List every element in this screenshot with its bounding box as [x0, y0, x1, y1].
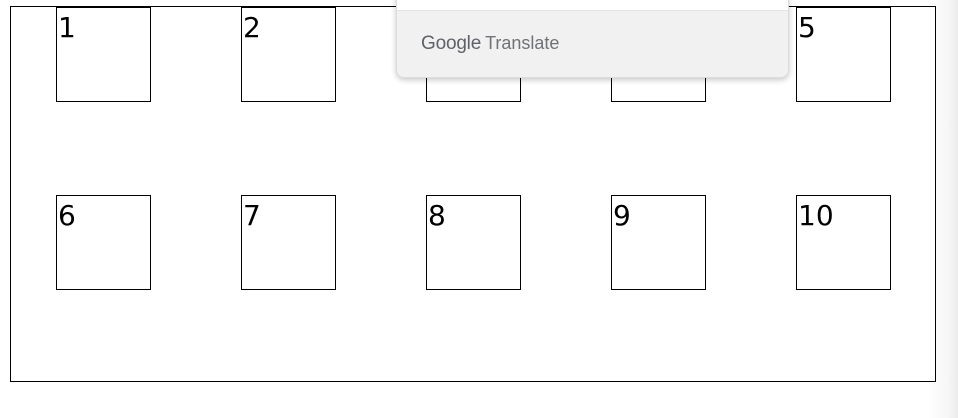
google-translate-popup[interactable]: Google Translate — [396, 0, 789, 78]
translate-wordmark: Translate — [485, 33, 560, 53]
grid-box-label: 7 — [243, 199, 261, 232]
grid-box-label: 9 — [613, 199, 631, 232]
grid-box-10: 10 — [796, 195, 891, 290]
grid-box-label: 8 — [428, 199, 446, 232]
grid-box-6: 6 — [56, 195, 151, 290]
grid-box-label: 10 — [798, 199, 834, 232]
grid-box-7: 7 — [241, 195, 336, 290]
grid-box-2: 2 — [241, 7, 336, 102]
grid-box-8: 8 — [426, 195, 521, 290]
google-translate-logo[interactable]: Google Translate — [421, 33, 559, 55]
grid-box-label: 6 — [58, 199, 76, 232]
grid-box-label: 1 — [58, 11, 76, 44]
grid-box-9: 9 — [611, 195, 706, 290]
grid-box-1: 1 — [56, 7, 151, 102]
grid-box-label: 2 — [243, 11, 261, 44]
grid-box-label: 5 — [798, 11, 816, 44]
page: 1 2 5 6 7 8 9 10 Google Translate — [0, 0, 958, 418]
translate-popup-content-area — [397, 0, 788, 11]
grid-box-5: 5 — [796, 7, 891, 102]
google-wordmark: Google — [421, 33, 482, 54]
